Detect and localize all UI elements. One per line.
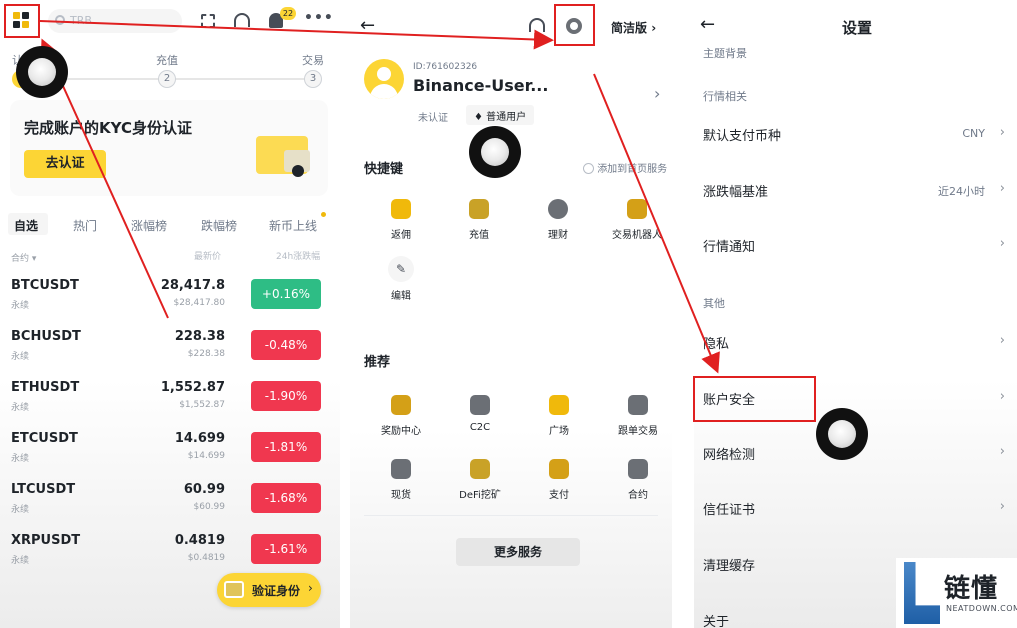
tap-indicator [16, 46, 68, 98]
tap-indicator [469, 126, 521, 178]
arrow-menu-to-settings [39, 20, 554, 50]
arrow-settings-to-security [593, 73, 720, 374]
annotation-arrows [39, 20, 720, 374]
tap-indicator [816, 408, 868, 460]
